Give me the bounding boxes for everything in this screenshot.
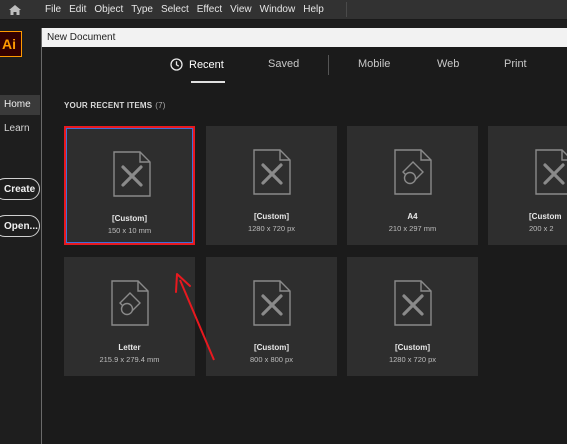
- card-size: 215.9 x 279.4 mm: [99, 355, 160, 364]
- create-button[interactable]: Create: [0, 178, 40, 200]
- custom-doc-icon: [535, 149, 567, 195]
- card-name: A4: [407, 212, 418, 221]
- recent-item-card[interactable]: [Custom 200 x 2: [488, 126, 567, 245]
- new-document-dialog: New Document Recent Saved Mobile Web Pri…: [41, 28, 567, 444]
- recent-items-heading: YOUR RECENT ITEMS (7): [64, 101, 166, 110]
- card-name: [Custom]: [111, 214, 148, 223]
- home-icon: [9, 4, 21, 15]
- tab-saved[interactable]: Saved: [268, 58, 299, 70]
- recent-item-card[interactable]: [Custom] 150 x 10 mm: [64, 126, 195, 245]
- menu-select[interactable]: Select: [161, 4, 189, 15]
- card-size: 800 x 800 px: [250, 355, 293, 364]
- tab-recent-label: Recent: [189, 58, 224, 71]
- custom-doc-icon: [253, 280, 291, 326]
- tab-web[interactable]: Web: [437, 58, 459, 70]
- card-name: [Custom: [529, 212, 562, 221]
- menu-effect[interactable]: Effect: [197, 4, 222, 15]
- open-button[interactable]: Open...: [0, 215, 40, 237]
- print-doc-icon: [394, 149, 432, 195]
- tab-print[interactable]: Print: [504, 58, 527, 70]
- menu-items: File Edit Object Type Select Effect View…: [45, 0, 332, 19]
- custom-doc-icon: [394, 280, 432, 326]
- card-size: 1280 x 720 px: [388, 355, 437, 364]
- active-tab-indicator: [191, 81, 225, 83]
- menu-help[interactable]: Help: [303, 4, 324, 15]
- preset-tabs: Recent Saved Mobile Web Print: [42, 47, 567, 83]
- recent-item-card[interactable]: [Custom] 1280 x 720 px: [206, 126, 337, 245]
- card-name: [Custom]: [253, 212, 290, 221]
- menu-divider: [346, 2, 347, 17]
- recent-item-card[interactable]: [Custom] 1280 x 720 px: [347, 257, 478, 376]
- menu-type[interactable]: Type: [131, 4, 153, 15]
- tab-mobile[interactable]: Mobile: [358, 58, 390, 70]
- tab-recent[interactable]: Recent: [170, 58, 224, 71]
- menu-view[interactable]: View: [230, 4, 252, 15]
- recent-items-count: (7): [155, 101, 166, 110]
- clock-icon: [170, 58, 183, 71]
- illustrator-logo: Ai: [0, 31, 22, 57]
- recent-item-card[interactable]: [Custom] 800 x 800 px: [206, 257, 337, 376]
- recent-items-label: YOUR RECENT ITEMS: [64, 101, 153, 110]
- menu-bar: File Edit Object Type Select Effect View…: [0, 0, 567, 20]
- print-doc-icon: [111, 280, 149, 326]
- card-size: 150 x 10 mm: [107, 226, 152, 235]
- card-size: 200 x 2: [529, 224, 554, 233]
- dialog-title: New Document: [42, 28, 567, 47]
- menu-window[interactable]: Window: [260, 4, 296, 15]
- custom-doc-icon: [113, 151, 151, 197]
- menu-edit[interactable]: Edit: [69, 4, 86, 15]
- card-size: 210 x 297 mm: [388, 224, 437, 233]
- home-button[interactable]: [0, 0, 30, 19]
- tab-divider: [328, 55, 329, 75]
- menu-object[interactable]: Object: [94, 4, 123, 15]
- card-name: [Custom]: [253, 343, 290, 352]
- card-name: [Custom]: [394, 343, 431, 352]
- menu-file[interactable]: File: [45, 4, 61, 15]
- card-name: Letter: [118, 343, 141, 352]
- sidebar-item-home[interactable]: Home: [0, 95, 40, 115]
- sidebar-item-learn[interactable]: Learn: [0, 119, 40, 139]
- recent-item-card[interactable]: A4 210 x 297 mm: [347, 126, 478, 245]
- card-size: 1280 x 720 px: [247, 224, 296, 233]
- recent-item-card[interactable]: Letter 215.9 x 279.4 mm: [64, 257, 195, 376]
- custom-doc-icon: [253, 149, 291, 195]
